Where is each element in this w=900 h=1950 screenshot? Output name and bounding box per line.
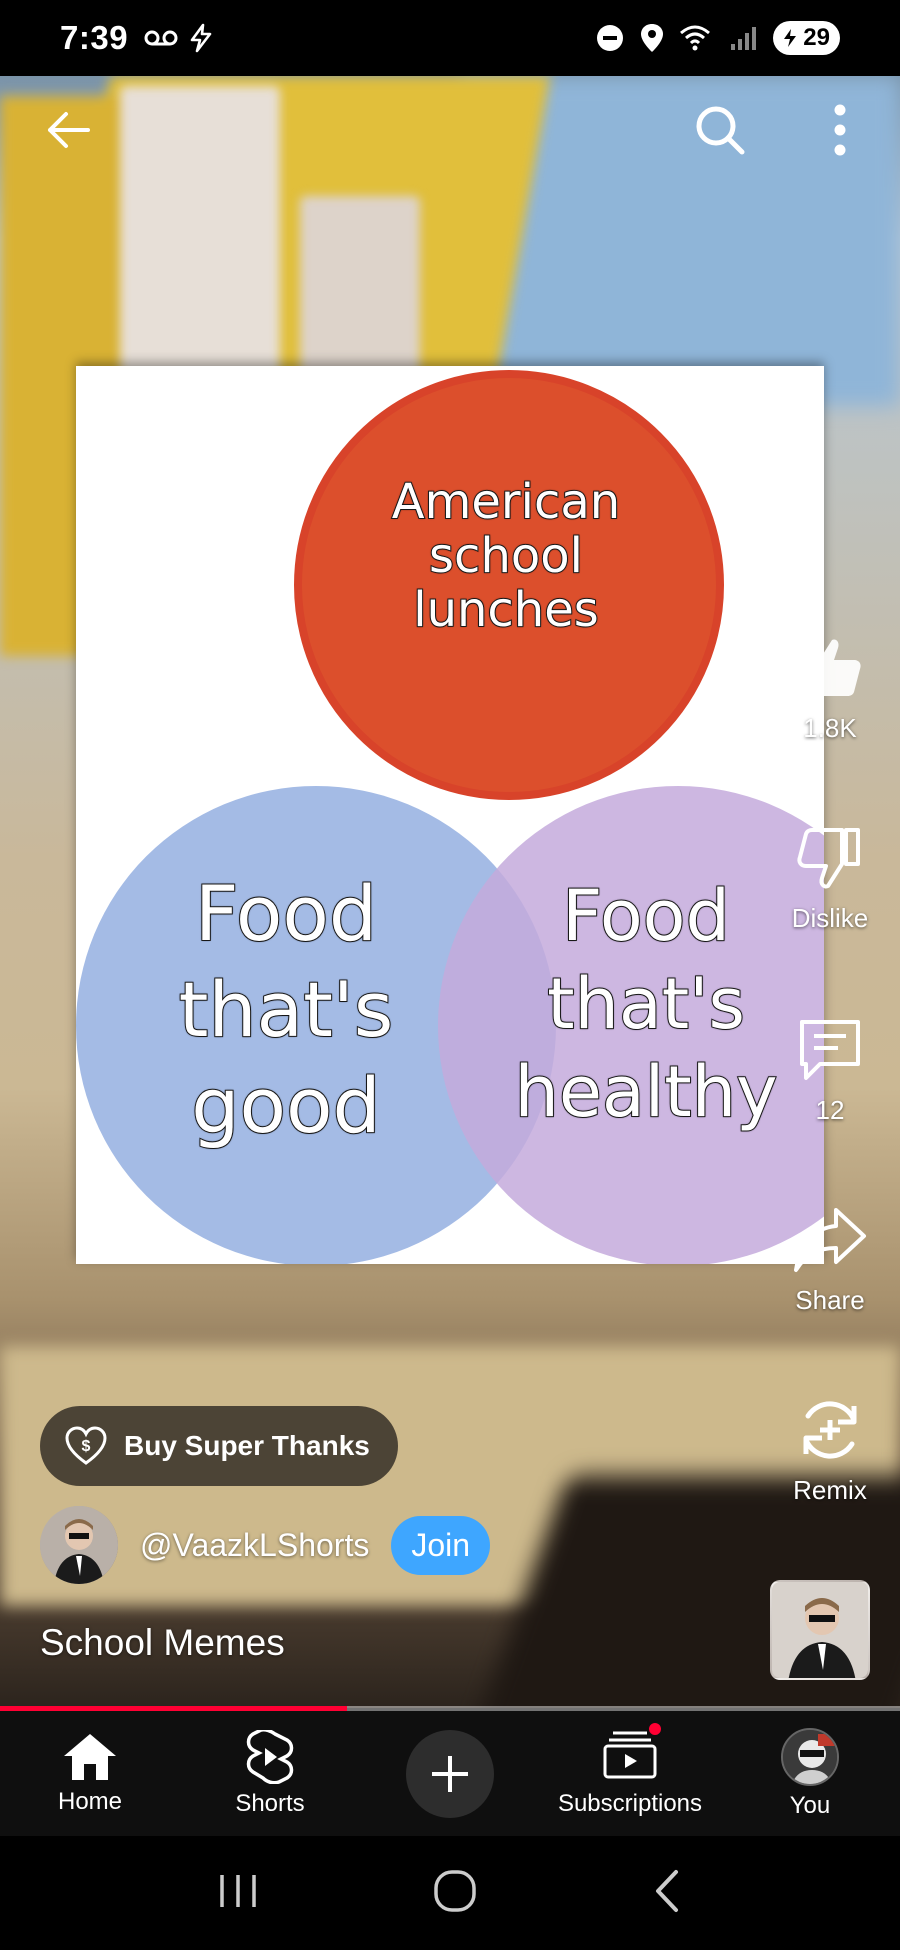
home-system-button[interactable]	[432, 1868, 478, 1919]
remix-label: Remix	[793, 1475, 867, 1505]
subscriptions-icon-wrap	[603, 1721, 663, 1784]
recent-apps-button[interactable]	[216, 1871, 260, 1916]
back-arrow-icon	[48, 112, 90, 148]
nav-you[interactable]: You	[720, 1711, 900, 1836]
video-title[interactable]: School Memes	[40, 1622, 285, 1664]
battery-indicator: 29	[773, 21, 840, 55]
super-thanks-heart-icon: $	[65, 1426, 107, 1465]
signal-icon	[731, 27, 757, 50]
channel-row: @VaazkLShorts Join	[40, 1506, 491, 1584]
back-system-button[interactable]	[650, 1868, 684, 1919]
nav-home-label: Home	[57, 1787, 123, 1815]
search-button[interactable]	[690, 100, 750, 160]
battery-saver-icon	[784, 29, 797, 47]
share-arrow-icon	[794, 1208, 866, 1272]
nav-create[interactable]	[360, 1711, 540, 1836]
flash-icon	[190, 23, 212, 53]
back-chevron-icon	[656, 1869, 678, 1912]
dislike-label: Dislike	[791, 903, 869, 933]
like-count: 1.8K	[803, 713, 857, 743]
thumbs-down-icon	[797, 828, 860, 889]
home-icon	[64, 1733, 116, 1780]
remix-button[interactable]: Remix	[770, 1394, 890, 1506]
super-thanks-label: Buy Super Thanks	[124, 1430, 370, 1461]
search-icon	[696, 106, 745, 155]
system-navigation-bar	[0, 1836, 900, 1950]
nav-subscriptions-label: Subscriptions	[557, 1790, 703, 1817]
shorts-icon	[246, 1729, 294, 1784]
comment-icon	[800, 1020, 860, 1080]
status-bar: 7:39 29	[0, 0, 900, 76]
plus-icon	[432, 1755, 468, 1792]
svg-text:$: $	[82, 1438, 91, 1455]
status-left-icons	[144, 23, 216, 53]
like-button[interactable]: 1.8K	[770, 632, 890, 744]
you-avatar	[781, 1727, 839, 1786]
nav-shorts-label: Shorts	[235, 1789, 305, 1817]
status-time: 7:39	[60, 19, 129, 56]
buy-super-thanks-button[interactable]: $ Buy Super Thanks	[40, 1406, 398, 1486]
subscriptions-icon	[603, 1731, 657, 1779]
channel-handle[interactable]: @VaazkLShorts	[140, 1527, 369, 1564]
nav-you-label: You	[789, 1791, 831, 1819]
share-button[interactable]: Share	[770, 1204, 890, 1316]
comments-button[interactable]: 12	[770, 1014, 890, 1126]
nav-home[interactable]: Home	[0, 1711, 180, 1836]
venn-label-food-good: Food that's good	[178, 868, 395, 1151]
channel-avatar-image	[40, 1506, 118, 1584]
nav-shorts[interactable]: Shorts	[180, 1711, 360, 1836]
bottom-navigation: Home Shorts Subscriptions You	[0, 1711, 900, 1836]
more-vertical-icon	[834, 104, 846, 156]
status-right-icons: 29	[595, 21, 840, 55]
back-button[interactable]	[38, 100, 98, 160]
home-circle-icon	[434, 1869, 476, 1912]
venn-diagram-meme: American school lunches Food that's good…	[76, 366, 824, 1264]
share-label: Share	[795, 1285, 865, 1315]
thumbnail-image	[772, 1582, 868, 1678]
voicemail-icon	[144, 30, 178, 46]
user-avatar-icon	[783, 1729, 837, 1784]
comment-count: 12	[815, 1095, 845, 1125]
subscriptions-notification-dot	[647, 1721, 663, 1737]
channel-avatar[interactable]	[40, 1506, 118, 1584]
venn-label-school-lunches: American school lunches	[391, 474, 621, 638]
create-button[interactable]	[406, 1729, 494, 1818]
dislike-button[interactable]: Dislike	[770, 822, 890, 934]
more-options-button[interactable]	[810, 100, 870, 160]
nav-subscriptions[interactable]: Subscriptions	[540, 1711, 720, 1836]
wifi-icon	[680, 25, 711, 51]
do-not-disturb-icon	[597, 25, 624, 51]
battery-level: 29	[803, 24, 830, 51]
thumbs-up-icon	[802, 639, 861, 696]
remix-source-thumbnail[interactable]	[770, 1580, 870, 1680]
location-icon	[641, 24, 664, 52]
recent-apps-icon	[220, 1874, 256, 1907]
venn-label-food-healthy: Food that's healthy	[513, 874, 778, 1134]
join-button[interactable]: Join	[391, 1515, 491, 1575]
remix-icon	[803, 1401, 857, 1459]
